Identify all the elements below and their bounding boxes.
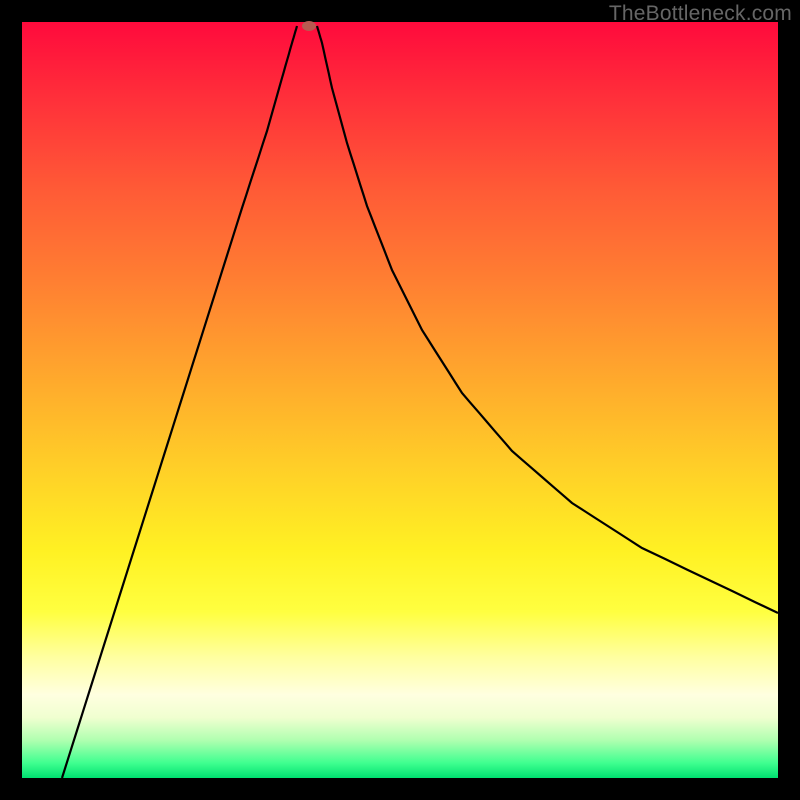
chart-svg — [22, 22, 778, 778]
curve-left-branch — [62, 26, 297, 778]
minimum-marker — [302, 21, 316, 31]
curve-right-branch — [317, 26, 778, 613]
chart-plot-area — [22, 22, 778, 778]
watermark-text: TheBottleneck.com — [609, 2, 792, 26]
